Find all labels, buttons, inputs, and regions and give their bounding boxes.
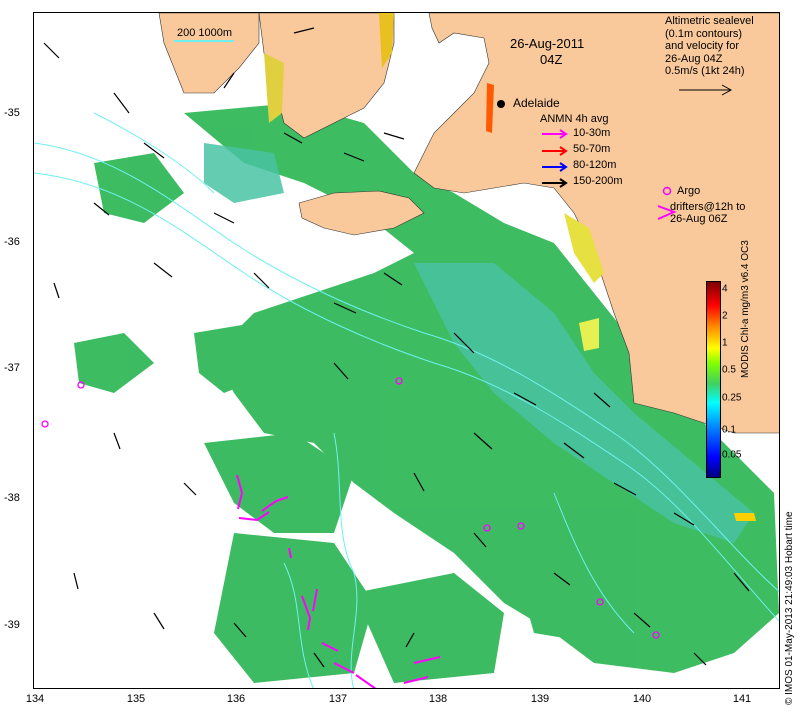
longitude-label: 137	[328, 693, 348, 705]
longitude-label: 141	[732, 693, 752, 705]
anmn-legend-label: 80-120m	[573, 159, 617, 171]
longitude-label: 140	[632, 693, 652, 705]
drifter-legend-label: 26-Aug 06Z	[670, 213, 728, 225]
latitude-label: -37	[4, 362, 20, 374]
latitude-label: -39	[4, 619, 20, 631]
colorbar-tick: 2	[722, 310, 728, 322]
altimetry-line: (0.1m contours)	[665, 27, 743, 40]
colorbar-label: MODIS Chl-a mg/m3 v6.4 OC3	[740, 240, 751, 378]
longitude-label: 139	[530, 693, 550, 705]
colorbar-tick: 0.05	[722, 449, 742, 461]
colorbar-tick: 1	[722, 337, 728, 349]
anmn-legend-label: 10-30m	[573, 127, 611, 139]
latitude-label: -35	[4, 107, 20, 119]
anmn-legend-label: 150-200m	[573, 175, 623, 187]
altimetry-line: Altimetric sealevel	[665, 15, 754, 27]
date-title: 26-Aug-2011	[510, 36, 585, 51]
colorbar-tick: 0.5	[722, 364, 736, 376]
argo-legend-label: Argo	[677, 185, 701, 197]
altimetry-line: 0.5m/s (1kt 24h)	[665, 65, 745, 77]
longitude-label: 135	[126, 693, 146, 705]
longitude-label: 138	[428, 693, 448, 705]
credit-stamp: © IMOS 01-May-2013 21:49:03 Hobart time	[784, 511, 795, 705]
eyre-peninsula	[158, 13, 260, 94]
altimetry-line: 26-Aug 04Z	[665, 52, 723, 65]
map-canvas	[34, 13, 779, 688]
drifter-legend-label: drifters@12h to	[670, 201, 746, 213]
colorbar-tick: 4	[722, 283, 728, 295]
longitude-label: 136	[226, 693, 246, 705]
scale-bar-label: 200 1000m	[177, 27, 233, 39]
time-title: 04Z	[540, 52, 563, 67]
map-frame	[33, 12, 780, 689]
altimetry-line: and velocity for	[665, 40, 739, 52]
anmn-legend-title: ANMN 4h avg	[540, 113, 609, 125]
anmn-legend-label: 50-70m	[573, 143, 611, 155]
city-label: Adelaide	[513, 96, 560, 110]
adelaide-marker	[497, 100, 505, 108]
chlorophyll-colorbar	[706, 281, 721, 478]
colorbar-tick: 0.1	[722, 424, 736, 436]
latitude-label: -36	[4, 236, 20, 248]
longitude-label: 134	[25, 693, 45, 705]
latitude-label: -38	[4, 492, 20, 504]
altimetry-note: Altimetric sealevel (0.1m contours) and …	[665, 15, 754, 78]
colorbar-tick: 0.25	[722, 392, 742, 404]
